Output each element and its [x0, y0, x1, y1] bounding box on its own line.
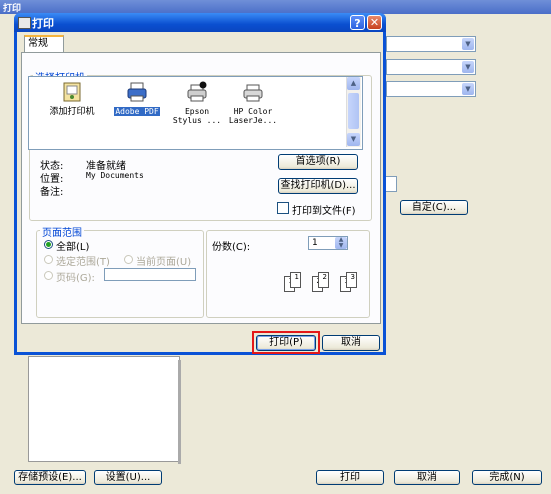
printer-item-hp[interactable]: HP Color LaserJe... [225, 81, 281, 125]
all-radio[interactable] [44, 240, 53, 249]
collate-page: 2 [318, 272, 329, 288]
printer-name: 添加打印机 [49, 107, 95, 117]
chevron-down-icon: ▼ [462, 83, 474, 95]
collate-page: 3 [346, 272, 357, 288]
status-value: 准备就绪 [86, 161, 126, 172]
background-combo-3[interactable]: ▼ [386, 81, 476, 97]
printer-list[interactable]: 添加打印机 Adobe PDF Epson Stylus ... HP Colo… [28, 76, 363, 150]
background-cancel-button[interactable]: 取消 [394, 470, 460, 485]
background-print-button[interactable]: 打印 [316, 470, 384, 485]
pages-label: 页码(G): [56, 273, 95, 284]
copies-label: 份数(C): [212, 242, 251, 253]
background-combo-2[interactable]: ▼ [386, 59, 476, 75]
printer-name: Adobe PDF [114, 107, 160, 116]
dialog-title: 打印 [32, 17, 54, 30]
background-field [386, 176, 397, 192]
current-page-label: 当前页面(U) [136, 257, 192, 268]
pages-input[interactable] [104, 268, 196, 281]
background-combo-1[interactable]: ▼ [386, 36, 476, 52]
chevron-down-icon[interactable]: ▼ [347, 133, 360, 146]
custom-button[interactable]: 自定(C)... [400, 200, 468, 215]
add-printer-icon [63, 82, 81, 102]
copies-value: 1 [312, 238, 318, 248]
pages-radio[interactable] [44, 271, 53, 280]
print-button-highlight [252, 331, 320, 354]
dialog-titlebar: 打印 ? ✕ [14, 13, 386, 32]
comment-label: 备注: [40, 187, 64, 198]
preview-shadow [178, 360, 181, 464]
selection-radio[interactable] [44, 255, 53, 264]
printer-item-adobe-pdf[interactable]: Adobe PDF [109, 81, 165, 116]
background-titlebar: 打印 [0, 0, 551, 14]
printer-name: Epson Stylus ... [172, 107, 222, 125]
printer-icon [18, 17, 31, 29]
cancel-button[interactable]: 取消 [322, 335, 380, 351]
print-to-file-label: 打印到文件(F) [292, 206, 356, 217]
scrollbar-thumb[interactable] [348, 93, 359, 129]
preview-area [28, 356, 180, 462]
printer-icon [127, 82, 147, 102]
chevron-up-icon[interactable]: ▲ [347, 77, 360, 90]
help-button[interactable]: ? [350, 15, 365, 30]
done-button[interactable]: 完成(N) [472, 470, 542, 485]
selection-label: 选定范围(T) [56, 257, 110, 268]
location-value: My Documents [86, 171, 144, 180]
chevron-down-icon: ▼ [462, 38, 474, 50]
printer-item-epson[interactable]: Epson Stylus ... [169, 81, 225, 125]
current-page-radio[interactable] [124, 255, 133, 264]
setup-button[interactable]: 设置(U)... [94, 470, 162, 485]
printer-icon [243, 84, 263, 102]
tab-general[interactable]: 常规 [24, 35, 64, 52]
collate-page: 1 [290, 272, 301, 288]
printer-icon [187, 81, 207, 102]
print-to-file-checkbox[interactable] [277, 202, 289, 214]
printer-list-scrollbar[interactable]: ▲ ▼ [346, 77, 361, 147]
all-label: 全部(L) [56, 242, 90, 253]
printer-name: HP Color LaserJe... [228, 107, 278, 125]
close-button[interactable]: ✕ [367, 15, 382, 30]
printer-item-add[interactable]: 添加打印机 [44, 81, 100, 117]
collate-illustration: 1 1 2 2 3 3 [284, 272, 364, 292]
page-range-label: 页面范围 [40, 224, 84, 239]
find-printer-button[interactable]: 查找打印机(D)... [278, 178, 358, 194]
chevron-down-icon: ▼ [462, 61, 474, 73]
preferences-button[interactable]: 首选项(R) [278, 154, 358, 170]
save-preset-button[interactable]: 存储预设(E)... [14, 470, 86, 485]
copies-spinner[interactable]: ▲ ▼ [335, 237, 347, 249]
